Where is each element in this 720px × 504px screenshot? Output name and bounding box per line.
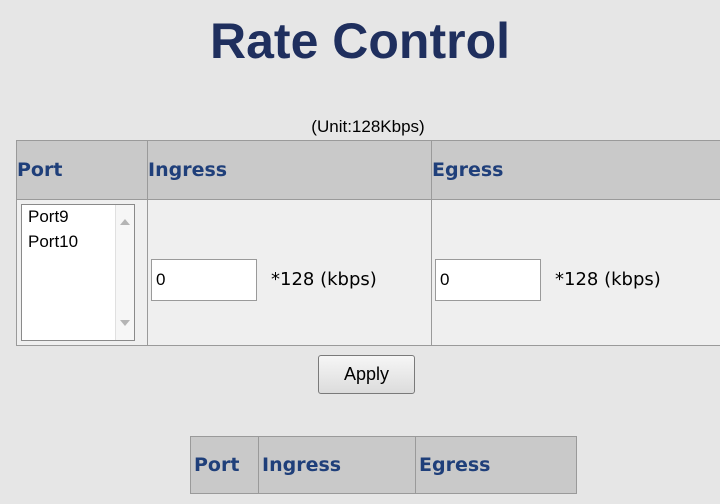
ingress-header: Ingress	[147, 140, 432, 200]
port-cell: Port9 Port10	[16, 199, 148, 346]
apply-button[interactable]: Apply	[318, 355, 415, 394]
egress-cell: 0 *128 (kbps)	[431, 199, 720, 346]
scroll-up-arrow-icon[interactable]	[120, 219, 130, 225]
ingress-cell: 0 *128 (kbps)	[147, 199, 432, 346]
ingress-input[interactable]: 0	[151, 258, 257, 301]
summary-port-header: Port	[190, 436, 259, 494]
scroll-down-arrow-icon[interactable]	[120, 320, 130, 326]
header-row: Port Ingress Egress	[16, 140, 720, 200]
unit-note: (Unit:128Kbps)	[311, 117, 425, 136]
egress-input[interactable]: 0	[435, 258, 541, 301]
rate-control-table: Port Ingress Egress Port9 Port10 0 *128 (…	[16, 140, 720, 346]
ingress-unit-label: *128 (kbps)	[271, 269, 377, 290]
port-option-port10[interactable]: Port10	[28, 232, 78, 252]
settings-row: Port9 Port10 0 *128 (kbps) 0 *128 (kbps)	[16, 199, 720, 346]
summary-header-row: Port Ingress Egress	[190, 436, 577, 494]
summary-egress-header: Egress	[415, 436, 577, 494]
port-list-scrollbar[interactable]	[115, 205, 134, 340]
page-title: Rate Control	[210, 13, 510, 69]
egress-unit-label: *128 (kbps)	[555, 269, 661, 290]
port-option-port9[interactable]: Port9	[28, 207, 69, 227]
port-select-list[interactable]: Port9 Port10	[21, 204, 135, 341]
port-header: Port	[16, 140, 148, 200]
egress-header: Egress	[431, 140, 720, 200]
summary-ingress-header: Ingress	[258, 436, 416, 494]
rate-summary-table: Port Ingress Egress	[190, 436, 577, 494]
